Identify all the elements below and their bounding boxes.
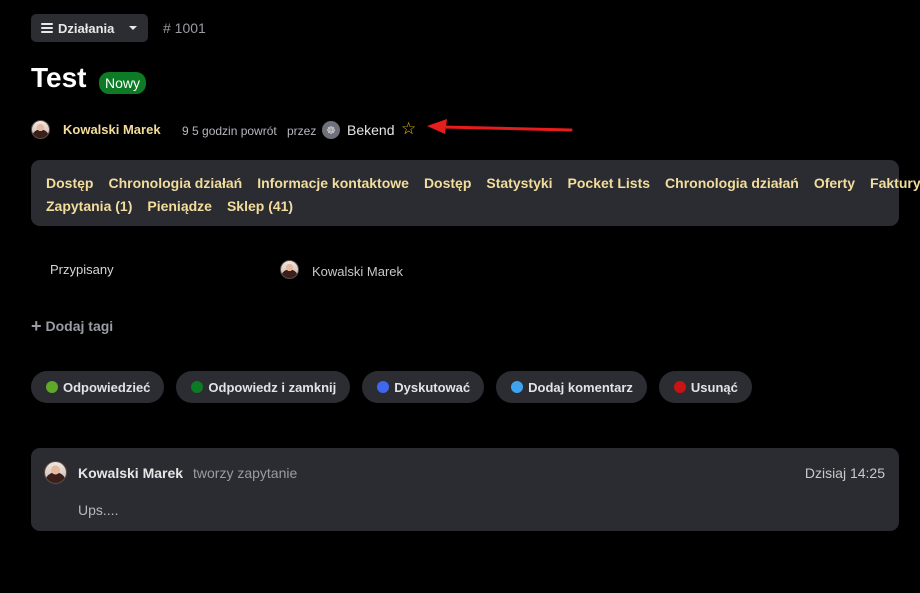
hamburger-icon [41, 23, 53, 33]
tab-pocket-lists[interactable]: Pocket Lists [568, 175, 650, 191]
tab-access[interactable]: Dostęp [46, 175, 93, 191]
status-badge: Nowy [99, 72, 147, 94]
page-title: Test [31, 62, 87, 93]
delete-label: Usunąć [690, 379, 738, 395]
comment-action-text: tworzy zapytanie [193, 465, 298, 481]
tab-contact-info[interactable]: Informacje kontaktowe [257, 175, 409, 191]
author-avatar[interactable] [31, 120, 50, 139]
discuss-button[interactable]: Dyskutować [362, 371, 485, 403]
comment-timestamp: Dzisiaj 14:25 [804, 465, 885, 481]
add-tags-label: Dodaj tagi [45, 318, 114, 334]
comment-body: Ups.... [78, 502, 119, 518]
group-name[interactable]: Bekend [347, 122, 394, 138]
plus-icon: + [31, 316, 42, 336]
comment-author[interactable]: Kowalski Marek [78, 465, 183, 481]
reply-and-close-label: Odpowiedz i zamknij [208, 379, 337, 395]
tab-statistics[interactable]: Statystyki [486, 175, 552, 191]
action-buttons: Odpowiedzieć Odpowiedz i zamknij Dyskuto… [31, 371, 752, 403]
author-link[interactable]: Kowalski Marek [63, 122, 161, 137]
tab-money[interactable]: Pieniądze [147, 198, 212, 214]
delete-button[interactable]: Usunąć [658, 371, 752, 403]
status-dot-icon [46, 381, 58, 393]
meta-by-label: przez [287, 124, 317, 138]
tab-invoices[interactable]: Faktury [870, 175, 920, 191]
add-comment-label: Dodaj komentarz [528, 379, 633, 395]
assignee-avatar [280, 260, 299, 279]
actions-menu-button[interactable]: Działania [31, 14, 148, 42]
group-icon: ☸ [322, 121, 340, 139]
add-comment-button[interactable]: Dodaj komentarz [496, 371, 647, 403]
status-dot-icon [673, 381, 686, 393]
tab-offers[interactable]: Oferty [814, 175, 855, 191]
chevron-down-icon [129, 26, 138, 30]
assigned-label: Przypisany [50, 262, 114, 277]
add-tags-button[interactable]: + Dodaj tagi [31, 316, 114, 336]
timeline-comment-card: Kowalski Marek tworzy zapytanie Dzisiaj … [31, 448, 899, 531]
ticket-number: # 1001 [163, 20, 206, 36]
comment-author-avatar [44, 461, 67, 484]
tab-shop[interactable]: Sklep (41) [227, 198, 293, 214]
tab-row-1: Dostęp Chronologia działań Informacje ko… [46, 171, 920, 194]
tabs-panel: Dostęp Chronologia działań Informacje ko… [31, 160, 920, 226]
tab-row-2: Zapytania (1) Pieniądze Sklep (41) [46, 194, 885, 217]
reply-button[interactable]: Odpowiedzieć [31, 371, 165, 403]
tab-access-2[interactable]: Dostęp [424, 175, 471, 191]
discuss-label: Dyskutować [394, 379, 471, 395]
star-outline-icon[interactable]: ☆ [401, 119, 416, 139]
reply-label: Odpowiedzieć [63, 379, 151, 395]
tab-activity-timeline[interactable]: Chronologia działań [108, 175, 242, 191]
red-arrow-annotation [427, 119, 573, 134]
reply-and-close-button[interactable]: Odpowiedz i zamknij [176, 371, 351, 403]
status-dot-icon [511, 381, 524, 393]
actions-menu-label: Działania [58, 20, 115, 36]
tab-activity-timeline-2[interactable]: Chronologia działań [665, 175, 799, 191]
meta-time: 9 5 godzin powrót [182, 124, 277, 138]
status-dot-icon [191, 381, 204, 393]
assignee-name[interactable]: Kowalski Marek [312, 264, 403, 279]
status-dot-icon [377, 381, 390, 393]
tab-requests[interactable]: Zapytania (1) [46, 198, 132, 214]
